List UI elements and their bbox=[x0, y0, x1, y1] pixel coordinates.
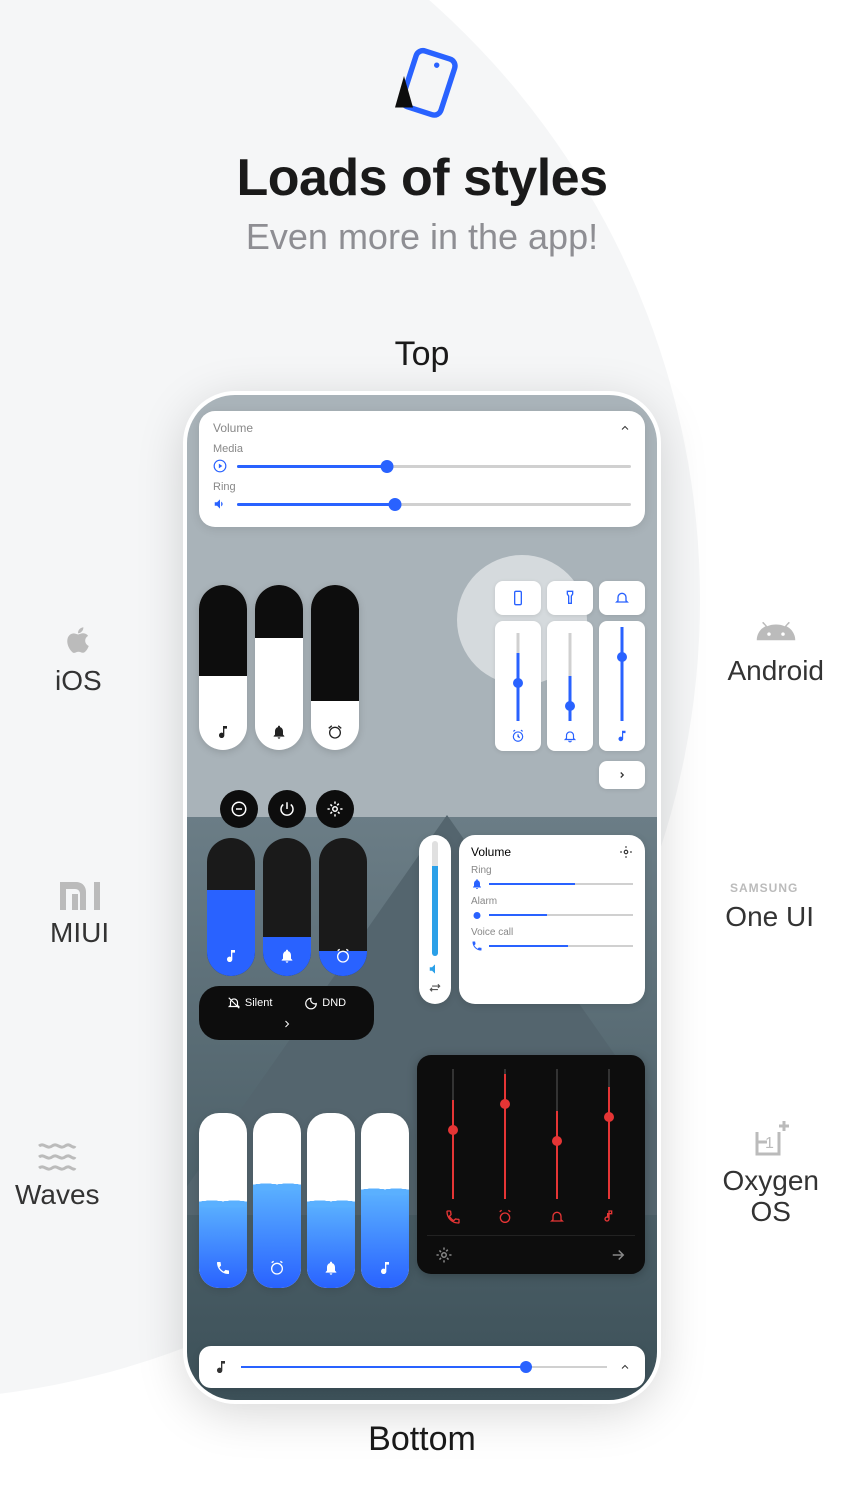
miui-slider-bell[interactable] bbox=[263, 838, 311, 976]
oneui-panel[interactable]: Volume Ring Alarm Voice call bbox=[459, 835, 645, 1004]
miui-style-preview: Silent DND bbox=[199, 790, 374, 1040]
ios-slider-music[interactable] bbox=[199, 585, 247, 750]
style-android: Android bbox=[727, 620, 824, 687]
bell-icon bbox=[279, 948, 295, 964]
waves-icon bbox=[37, 1140, 77, 1174]
oneui-mini-slider[interactable] bbox=[419, 835, 451, 1004]
alarm-icon bbox=[269, 1260, 285, 1276]
android-icon bbox=[755, 620, 797, 650]
music-icon bbox=[213, 1359, 229, 1375]
miui-slider-alarm[interactable] bbox=[319, 838, 367, 976]
style-ios: iOS bbox=[55, 620, 102, 697]
alarm-icon bbox=[335, 948, 351, 964]
volume-bar-bottom[interactable] bbox=[199, 1346, 645, 1388]
android-bell-button[interactable] bbox=[599, 581, 645, 615]
bell-icon bbox=[563, 729, 577, 743]
android-slider-bell[interactable] bbox=[547, 621, 593, 751]
bell-icon bbox=[271, 724, 287, 740]
bell-icon bbox=[471, 878, 483, 890]
mi-icon bbox=[58, 880, 102, 912]
panel-title: Volume bbox=[213, 421, 253, 435]
wave-slider-alarm[interactable] bbox=[253, 1113, 301, 1288]
oneui-ring-slider[interactable] bbox=[471, 878, 633, 890]
oxy-slider-music[interactable] bbox=[589, 1069, 629, 1229]
phone-icon bbox=[215, 1260, 231, 1276]
oxy-slider-phone[interactable] bbox=[433, 1069, 473, 1229]
style-oxygen: 1 Oxygen OS bbox=[723, 1120, 820, 1228]
ring-slider[interactable] bbox=[213, 497, 631, 511]
chevron-up-icon[interactable] bbox=[619, 1361, 631, 1373]
phone-preview: Volume Media Ring bbox=[187, 395, 657, 1400]
wave-slider-phone[interactable] bbox=[199, 1113, 247, 1288]
ios-slider-bell[interactable] bbox=[255, 585, 303, 750]
miui-silent-mode[interactable]: Silent bbox=[227, 996, 273, 1010]
page-title: Loads of styles bbox=[0, 148, 844, 208]
oneplus-icon: 1 bbox=[751, 1120, 791, 1160]
wave-slider-music[interactable] bbox=[361, 1113, 409, 1288]
hero-icon bbox=[0, 0, 844, 130]
android-expand-button[interactable] bbox=[599, 761, 645, 789]
oneui-voice-slider[interactable] bbox=[471, 940, 633, 952]
samsung-icon: SAMSUNG bbox=[730, 880, 810, 896]
ios-style-preview bbox=[199, 585, 359, 750]
position-bottom-label: Bottom bbox=[368, 1420, 476, 1459]
music-icon bbox=[215, 724, 231, 740]
music-icon bbox=[615, 729, 629, 743]
phone-icon bbox=[471, 940, 483, 952]
apple-icon bbox=[61, 620, 95, 660]
play-icon bbox=[213, 459, 227, 473]
miui-power-button[interactable] bbox=[268, 790, 306, 828]
ios-slider-alarm[interactable] bbox=[311, 585, 359, 750]
volume-panel-top[interactable]: Volume Media Ring bbox=[199, 411, 645, 527]
style-miui: MIUI bbox=[50, 880, 109, 949]
oxygen-label: Oxygen OS bbox=[723, 1166, 820, 1228]
style-oneui: SAMSUNG One UI bbox=[725, 880, 814, 933]
music-icon bbox=[223, 948, 239, 964]
gear-icon[interactable] bbox=[435, 1246, 453, 1264]
chevron-up-icon[interactable] bbox=[619, 422, 631, 434]
wave-slider-bell[interactable] bbox=[307, 1113, 355, 1288]
ring-label: Ring bbox=[213, 481, 631, 493]
miui-settings-button[interactable] bbox=[316, 790, 354, 828]
oneui-title: Volume bbox=[471, 845, 511, 859]
arrow-right-icon[interactable] bbox=[609, 1246, 627, 1264]
style-waves: Waves bbox=[15, 1140, 100, 1211]
oneui-style-preview: Volume Ring Alarm Voice call bbox=[419, 835, 645, 1004]
alarm-icon bbox=[497, 1209, 513, 1225]
bell-icon bbox=[549, 1209, 565, 1225]
android-style-preview bbox=[495, 581, 645, 789]
speaker-icon bbox=[428, 962, 442, 976]
speaker-icon bbox=[213, 497, 227, 511]
svg-text:1: 1 bbox=[765, 1135, 774, 1152]
miui-dnd-button[interactable] bbox=[220, 790, 258, 828]
alarm-icon bbox=[511, 729, 525, 743]
media-label: Media bbox=[213, 443, 631, 455]
music-icon bbox=[601, 1209, 617, 1225]
oxygen-style-preview bbox=[417, 1055, 645, 1274]
media-slider[interactable] bbox=[213, 459, 631, 473]
android-slider-alarm[interactable] bbox=[495, 621, 541, 751]
alarm-icon bbox=[327, 724, 343, 740]
svg-text:SAMSUNG: SAMSUNG bbox=[730, 881, 798, 895]
miui-dnd-mode[interactable]: DND bbox=[304, 996, 346, 1010]
swap-icon[interactable] bbox=[428, 982, 442, 996]
music-icon bbox=[377, 1260, 393, 1276]
alarm-icon bbox=[471, 909, 483, 921]
gear-icon[interactable] bbox=[619, 845, 633, 859]
waves-style-preview bbox=[199, 1113, 409, 1288]
position-top-label: Top bbox=[395, 335, 450, 374]
page-subtitle: Even more in the app! bbox=[0, 216, 844, 258]
android-slider-music[interactable] bbox=[599, 621, 645, 751]
miui-expand-button[interactable] bbox=[211, 1018, 362, 1030]
oxy-slider-bell[interactable] bbox=[537, 1069, 577, 1229]
oxy-slider-alarm[interactable] bbox=[485, 1069, 525, 1229]
miui-slider-music[interactable] bbox=[207, 838, 255, 976]
android-flashlight-button[interactable] bbox=[547, 581, 593, 615]
android-phone-button[interactable] bbox=[495, 581, 541, 615]
oneui-alarm-slider[interactable] bbox=[471, 909, 633, 921]
bell-icon bbox=[323, 1260, 339, 1276]
phone-icon bbox=[445, 1209, 461, 1225]
